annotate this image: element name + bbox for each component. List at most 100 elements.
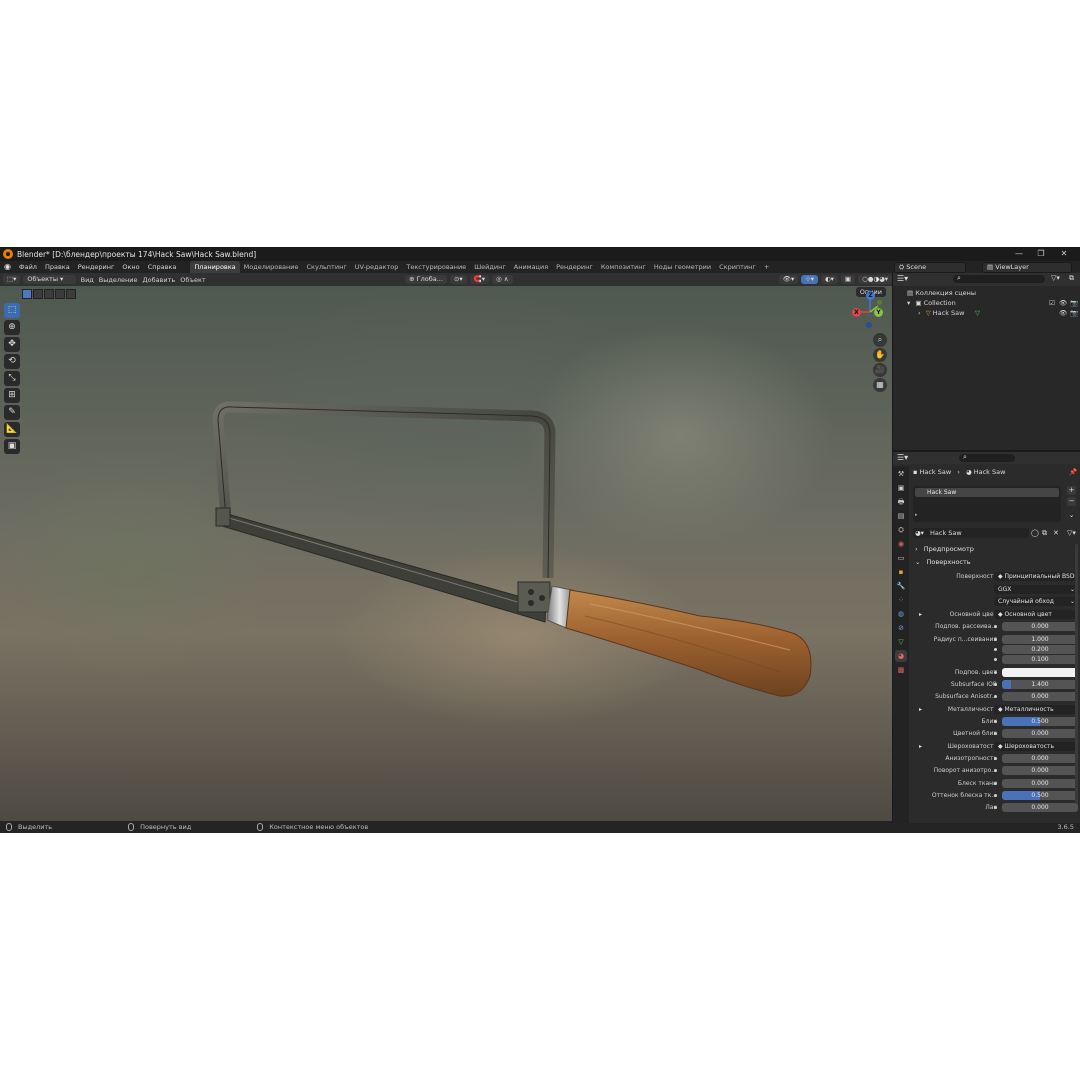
socket-link-icon[interactable] — [994, 757, 997, 760]
expand-arrow-icon[interactable]: ▸ — [915, 512, 918, 518]
modifier-tab-icon[interactable]: 🔧 — [895, 580, 907, 592]
socket-link-icon[interactable] — [994, 769, 997, 772]
eye-icon[interactable]: 👁 — [1059, 308, 1067, 318]
camera-icon[interactable]: 📷 — [1070, 298, 1078, 308]
menu-file[interactable]: Файл — [15, 261, 41, 273]
proportional-edit-button[interactable]: ◎ ∧ — [492, 275, 513, 284]
menu-edit[interactable]: Правка — [41, 261, 74, 273]
tool-tab-icon[interactable]: ⚒ — [895, 468, 907, 480]
snap-button[interactable]: 🧲▾ — [469, 275, 490, 284]
editor-type-icon[interactable]: ☰▾ — [897, 274, 908, 283]
maximize-button[interactable]: ❐ — [1030, 247, 1052, 261]
socket-link-icon[interactable] — [994, 794, 997, 797]
linked-node-field[interactable]: ◆ Основной цвет — [994, 610, 1078, 619]
socket-link-icon[interactable] — [994, 806, 997, 809]
filter-icon[interactable]: ▽▾ — [1051, 274, 1060, 282]
checkbox-icon[interactable]: ☑ — [1049, 298, 1055, 308]
properties-scrollbar[interactable] — [1075, 544, 1078, 804]
data-tab-icon[interactable]: ▽ — [895, 636, 907, 648]
number-slider[interactable]: 1.400 — [1002, 680, 1078, 689]
overlay-button[interactable]: ◐▾ — [820, 275, 838, 284]
tab-animation[interactable]: Анимация — [510, 261, 552, 273]
dropdown-field[interactable]: Случайный обход ⌄ — [994, 597, 1078, 606]
tab-shading[interactable]: Шейдинг — [470, 261, 510, 273]
fake-user-icon[interactable]: ◯ — [1031, 529, 1039, 537]
expand-arrow-icon[interactable]: ▾ — [907, 299, 910, 307]
number-slider[interactable]: 0.000 — [1002, 692, 1078, 701]
tab-geometry-nodes[interactable]: Ноды геометрии — [650, 261, 715, 273]
menu-help[interactable]: Справка — [144, 261, 181, 273]
socket-link-icon[interactable] — [994, 658, 997, 661]
mode-selector[interactable]: Объекты ▾ — [23, 275, 76, 284]
socket-link-icon[interactable] — [994, 720, 997, 723]
number-slider[interactable]: 0.500 — [1002, 791, 1078, 800]
render-tab-icon[interactable]: ▣ — [895, 482, 907, 494]
number-slider[interactable]: 0.000 — [1002, 803, 1078, 812]
linked-node-field[interactable]: ◆ Шероховатость — [994, 742, 1078, 751]
surface-section-header[interactable]: ⌄ Поверхность — [909, 557, 1080, 567]
outliner-row-collection[interactable]: ▾ ▣ Collection ☑ 👁 📷 — [893, 298, 1080, 308]
linked-node-field[interactable]: ◆ Металличность — [994, 705, 1078, 714]
color-swatch[interactable] — [1002, 668, 1078, 677]
expand-arrow-icon[interactable]: ▸ — [919, 610, 922, 620]
pin-icon[interactable]: 📌 — [1069, 467, 1077, 477]
number-slider[interactable]: 0.000 — [1002, 779, 1078, 788]
pivot-point-button[interactable]: ⊙▾ — [449, 275, 467, 284]
tab-sculpting[interactable]: Скульптинг — [303, 261, 351, 273]
number-slider[interactable]: 0.000 — [1002, 754, 1078, 763]
number-slider[interactable]: 1.000 — [1002, 635, 1078, 644]
editor-type-button[interactable]: ⬚▾ — [3, 275, 21, 284]
tab-compositing[interactable]: Композитинг — [597, 261, 650, 273]
expand-arrow-icon[interactable]: ▸ — [919, 742, 922, 752]
scene-selector[interactable]: ⛭ Scene — [894, 262, 966, 273]
socket-link-icon[interactable] — [994, 683, 997, 686]
physics-tab-icon[interactable]: ◍ — [895, 608, 907, 620]
dropdown-field[interactable]: GGX ⌄ — [994, 585, 1078, 594]
eye-icon[interactable]: 👁 — [1059, 298, 1067, 308]
properties-search-input[interactable]: ⌕ — [959, 453, 1015, 462]
linked-node-field[interactable]: ◆ Принципиальный BSDF — [994, 572, 1078, 581]
tab-rendering[interactable]: Рендеринг — [552, 261, 597, 273]
close-button[interactable]: ✕ — [1053, 247, 1075, 261]
number-slider[interactable]: 0.100 — [1002, 655, 1078, 664]
view-layer-tab-icon[interactable]: ▤ — [895, 510, 907, 522]
number-slider[interactable]: 0.000 — [1002, 766, 1078, 775]
socket-link-icon[interactable] — [994, 695, 997, 698]
menu-select[interactable]: Выделение — [99, 276, 138, 284]
socket-link-icon[interactable] — [994, 671, 997, 674]
output-tab-icon[interactable]: 🖶 — [895, 496, 907, 508]
socket-link-icon[interactable] — [994, 638, 997, 641]
menu-object[interactable]: Объект — [180, 276, 205, 284]
texture-tab-icon[interactable]: ▩ — [895, 664, 907, 676]
shading-mode-buttons[interactable]: ○●◑◕▾ — [858, 275, 893, 284]
socket-link-icon[interactable] — [994, 648, 997, 651]
outliner-row-scene-collection[interactable]: ▤ Коллекция сцены — [893, 288, 1080, 298]
remove-slot-button[interactable]: − — [1067, 497, 1076, 506]
camera-icon[interactable]: 📷 — [1070, 308, 1078, 318]
3d-viewport[interactable]: Опции ⬚ ⊕ ✥ ⟲ ⤡ ⊞ ✎ 📐 ▣ Z X Y ⌕ ✋ — [0, 286, 892, 821]
add-workspace-button[interactable]: + — [760, 261, 773, 273]
transform-orientation[interactable]: ⊕ Глоба... — [405, 275, 447, 284]
visibility-button[interactable]: 👁▾ — [778, 275, 799, 284]
duplicate-material-icon[interactable]: ⧉ — [1042, 529, 1047, 538]
blender-menu-icon[interactable]: ◉ — [0, 261, 15, 273]
expand-arrow-icon[interactable]: ▸ — [919, 705, 922, 715]
menu-add[interactable]: Добавить — [143, 276, 176, 284]
menu-render[interactable]: Рендеринг — [74, 261, 119, 273]
hacksaw-model[interactable] — [0, 286, 892, 821]
add-slot-button[interactable]: + — [1067, 486, 1076, 495]
material-slot-list[interactable]: Hack Saw ▸ — [913, 486, 1061, 522]
number-slider[interactable]: 0.000 — [1002, 729, 1078, 738]
new-collection-icon[interactable]: ⧉ — [1069, 274, 1074, 283]
link-filter-icon[interactable]: ▽▾ — [1067, 529, 1076, 537]
particles-tab-icon[interactable]: ⁘ — [895, 594, 907, 606]
material-slot-item[interactable]: Hack Saw — [915, 488, 1059, 497]
view-layer-selector[interactable]: ▤ ViewLayer — [982, 262, 1072, 273]
scene-tab-icon[interactable]: ⛭ — [895, 524, 907, 536]
tab-layout[interactable]: Планировка — [190, 261, 240, 273]
gizmo-toggle-button[interactable]: ⊹▾ — [801, 275, 818, 284]
tab-uv-editing[interactable]: UV-редактор — [351, 261, 403, 273]
socket-link-icon[interactable] — [994, 625, 997, 628]
tab-modeling[interactable]: Моделирование — [240, 261, 303, 273]
tab-texture-paint[interactable]: Текстурирование — [402, 261, 470, 273]
